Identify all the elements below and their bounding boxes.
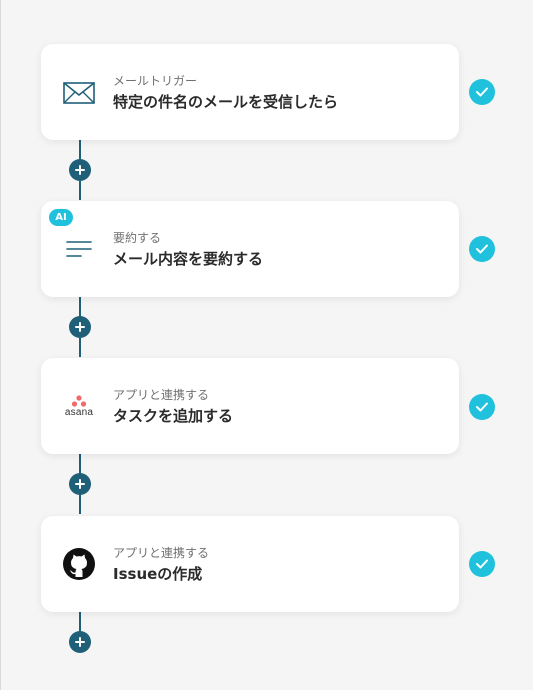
summary-lines-icon [61, 231, 97, 267]
step-subtitle: アプリと連携する [113, 388, 210, 402]
step-card-mail-trigger[interactable]: メールトリガー 特定の件名のメールを受信したら [41, 44, 459, 140]
add-step-button[interactable] [69, 159, 91, 181]
ai-badge: AI [49, 209, 73, 226]
step-card-asana[interactable]: asana アプリと連携する タスクを追加する [41, 358, 459, 454]
check-icon [469, 394, 495, 420]
step-title: 特定の件名のメールを受信したら [113, 93, 339, 111]
mail-icon [61, 74, 97, 110]
step-title: タスクを追加する [113, 407, 234, 425]
asana-logo-text: asana [64, 406, 94, 418]
check-icon [469, 79, 495, 105]
step-card-github[interactable]: アプリと連携する Issueの作成 [41, 516, 459, 612]
add-step-button[interactable] [69, 316, 91, 338]
asana-dots-icon [71, 394, 87, 407]
step-card-summarize[interactable]: AI 要約する メール内容を要約する [41, 201, 459, 297]
asana-logo: asana [59, 388, 99, 424]
plus-icon [75, 165, 85, 175]
github-icon [61, 546, 97, 582]
plus-icon [75, 322, 85, 332]
connector-line [79, 612, 81, 632]
step-title: Issueの作成 [113, 565, 203, 583]
plus-icon [75, 637, 85, 647]
step-title: メール内容を要約する [113, 250, 264, 268]
step-subtitle: 要約する [113, 231, 162, 245]
plus-icon [75, 479, 85, 489]
add-step-button[interactable] [69, 473, 91, 495]
step-subtitle: メールトリガー [113, 74, 198, 88]
step-subtitle: アプリと連携する [113, 546, 210, 560]
add-step-button[interactable] [69, 631, 91, 653]
check-icon [469, 551, 495, 577]
check-icon [469, 236, 495, 262]
